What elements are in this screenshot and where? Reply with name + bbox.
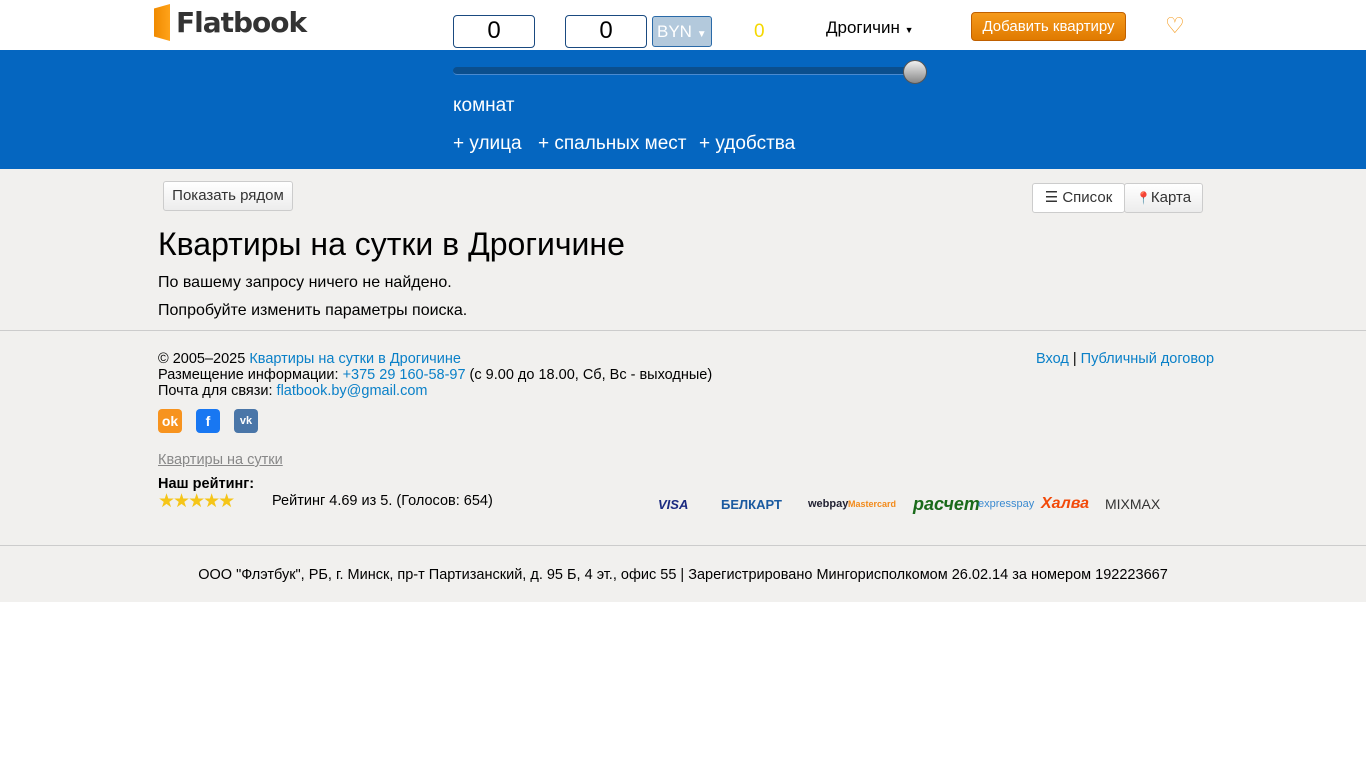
caret-down-icon: ▼ [905,25,914,35]
mixmax-logo: MIXMAX [1105,483,1160,525]
price-max-input[interactable]: 0 [565,15,647,48]
facebook-icon[interactable]: f [196,409,220,433]
login-link[interactable]: Вход [1036,351,1069,367]
filter-street[interactable]: + улица [453,133,522,155]
webpay-logo: webpay [808,483,848,525]
odnoklassniki-icon[interactable]: ok [158,409,182,433]
footer-contacts: © 2005–2025 Квартиры на сутки в Дрогичин… [158,351,712,399]
vk-icon[interactable]: vk [234,409,258,433]
price-slider-track[interactable] [453,67,915,75]
caret-down-icon: ▼ [697,29,707,40]
page-title: Квартиры на сутки в Дрогичине [158,226,625,263]
hours: (с 9.00 до 18.00, Сб, Вс - выходные) [466,367,713,383]
currency-value: BYN [657,22,692,41]
view-map-button[interactable]: 📍Карта [1124,183,1203,213]
city-value: Дрогичин [826,18,900,37]
filter-beds[interactable]: + спальных мест [538,133,686,155]
logo[interactable]: Flatbook [176,6,306,39]
rating-text: Рейтинг 4.69 из 5. (Голосов: 654) [272,493,493,509]
expresspay-logo: expresspay [978,483,1034,525]
logo-door-icon[interactable] [154,4,170,41]
result-count: 0 [754,21,765,43]
rooms-filter[interactable]: комнат [453,95,515,117]
view-list-button[interactable]: ☰ Список [1032,183,1125,213]
city-select[interactable]: Дрогичин ▼ [826,18,914,38]
list-icon: ☰ [1045,189,1058,206]
phone-link[interactable]: +375 29 160-58-97 [343,367,466,383]
belkart-logo: БЕЛКАРТ [721,483,782,525]
company-info: ООО "Флэтбук", РБ, г. Минск, пр-т Партиз… [0,567,1366,583]
footer-links: Вход | Публичный договор [1036,351,1214,367]
price-slider-handle[interactable] [903,60,927,84]
hint-message: Попробуйте изменить параметры поиска. [158,302,467,320]
filter-amenities[interactable]: + удобства [699,133,795,155]
contract-link[interactable]: Публичный договор [1081,351,1214,367]
view-map-label: Карта [1151,189,1191,206]
mail-label: Почта для связи: [158,383,277,399]
visa-logo: VISA [658,483,688,525]
email-link[interactable]: flatbook.by@gmail.com [277,383,428,399]
price-min-input[interactable]: 0 [453,15,535,48]
separator: | [1073,351,1077,367]
raschet-logo: расчет [913,483,980,525]
divider [0,330,1366,331]
view-list-label: Список [1062,189,1112,206]
map-pin-icon: 📍 [1136,191,1151,205]
rating-stars-icon: ★★★★★ [158,490,233,513]
placement-label: Размещение информации: [158,367,343,383]
seo-link[interactable]: Квартиры на сутки [158,452,283,468]
favorites-heart-icon[interactable]: ♡ [1165,13,1185,39]
copyright-link[interactable]: Квартиры на сутки в Дрогичине [249,351,461,367]
add-apartment-button[interactable]: Добавить квартиру [971,12,1126,41]
show-nearby-button[interactable]: Показать рядом [163,181,293,211]
halva-logo: Халва [1041,483,1089,525]
copyright: © 2005–2025 [158,351,249,367]
currency-select[interactable]: BYN ▼ [652,16,712,47]
divider [0,545,1366,546]
mastercard-logo: Mastercard [848,483,896,525]
no-results-message: По вашему запросу ничего не найдено. [158,274,452,292]
